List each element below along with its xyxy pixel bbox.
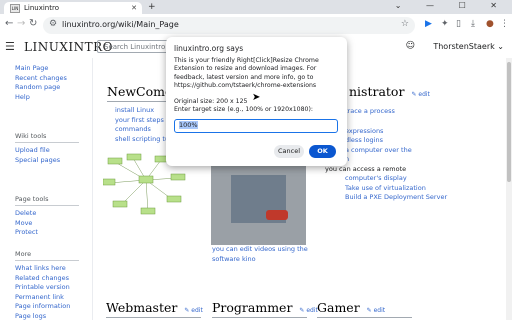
heading-text: Webmaster bbox=[106, 300, 177, 315]
browser-toolbar: ← → ↻ ⚙ linuxintro.org/wiki/Main_Page ☆ … bbox=[0, 14, 512, 39]
link-software-kino[interactable]: software kino bbox=[212, 255, 308, 265]
scrollbar-thumb[interactable] bbox=[507, 62, 511, 182]
close-tab-icon[interactable]: ✕ bbox=[131, 4, 137, 12]
sidebar-item-related-changes[interactable]: Related changes bbox=[15, 274, 79, 284]
tab-strip: LIN Linuxintro ✕ + ⌄ — ☐ ✕ bbox=[0, 0, 512, 14]
user-icon: ☺ bbox=[406, 41, 415, 51]
forward-icon[interactable]: → bbox=[17, 18, 25, 29]
sidebar-item-main-page[interactable]: Main Page bbox=[15, 64, 67, 74]
hamburger-menu-icon[interactable]: ☰ bbox=[5, 40, 15, 53]
text-remote-display[interactable]: you can access a remote bbox=[325, 165, 447, 175]
sidebar-item-what-links-here[interactable]: What links here bbox=[15, 264, 79, 274]
sidebar-item-delete[interactable]: Delete bbox=[15, 209, 79, 219]
mouse-cursor-icon: ➤ bbox=[252, 92, 260, 103]
link-control-computer-cont[interactable]: n bbox=[345, 155, 447, 165]
tab-title: Linuxintro bbox=[24, 4, 59, 12]
heading-text: Programmer bbox=[212, 300, 292, 315]
divider bbox=[107, 101, 167, 102]
link-virtualization[interactable]: Take use of virtualization bbox=[345, 184, 447, 194]
divider bbox=[317, 317, 412, 318]
photo-frame bbox=[231, 175, 286, 223]
heading-gamer: Gamer ✎ edit bbox=[317, 300, 385, 315]
dialog-input-prompt: Enter target size (e.g., 100% or 1920x10… bbox=[174, 106, 339, 114]
edit-label[interactable]: edit bbox=[191, 307, 203, 314]
back-icon[interactable]: ← bbox=[5, 18, 13, 29]
sidepanel-icon[interactable]: ▯ bbox=[456, 19, 461, 29]
sidebar-more: More What links here Related changes Pri… bbox=[15, 250, 79, 321]
link-regular-expressions[interactable]: expressions bbox=[345, 127, 447, 137]
window-controls[interactable]: ⌄ — ☐ ✕ bbox=[395, 1, 508, 10]
heading-webmaster: Webmaster ✎ edit bbox=[106, 300, 203, 315]
edit-link[interactable]: ✎ edit bbox=[299, 307, 317, 314]
extension-icon[interactable]: ▶ bbox=[425, 19, 432, 29]
tab-favicon-icon: LIN bbox=[10, 4, 20, 13]
link-pxe-server[interactable]: Build a PXE Deployment Server bbox=[345, 193, 447, 203]
sidebar: Main Page Recent changes Random page Hel… bbox=[0, 58, 90, 320]
sidebar-item-help[interactable]: Help bbox=[15, 93, 67, 103]
sidebar-item-special-pages[interactable]: Special pages bbox=[15, 156, 79, 166]
site-info-icon[interactable]: ⚙ bbox=[49, 19, 57, 29]
edit-link[interactable]: ✎ edit bbox=[184, 307, 202, 314]
browser-tab[interactable]: LIN Linuxintro ✕ bbox=[4, 2, 142, 14]
target-size-input[interactable]: 100% bbox=[174, 119, 338, 133]
link-remote-display-cont[interactable]: computer's display bbox=[345, 174, 447, 184]
link-trace-process[interactable]: trace a process bbox=[345, 107, 447, 117]
profile-avatar-icon[interactable]: ● bbox=[486, 19, 494, 29]
link-passwordless-logins[interactable]: dless logins bbox=[345, 136, 447, 146]
menu-kebab-icon[interactable]: ⋮ bbox=[500, 19, 509, 29]
divider bbox=[212, 317, 307, 318]
reload-icon[interactable]: ↻ bbox=[29, 18, 37, 29]
dialog-message-intro: This is your friendly Right[Click]Resize… bbox=[174, 57, 339, 90]
sidebar-item-random-page[interactable]: Random page bbox=[15, 83, 67, 93]
ok-button[interactable]: OK bbox=[309, 145, 336, 158]
red-car-image bbox=[266, 210, 288, 220]
heading-programmer: Programmer ✎ edit bbox=[212, 300, 318, 315]
target-size-value[interactable]: 100% bbox=[179, 121, 198, 129]
sidebar-item-page-information[interactable]: Page information bbox=[15, 302, 79, 312]
sidebar-nav: Main Page Recent changes Random page Hel… bbox=[15, 64, 67, 102]
sidebar-heading: Wiki tools bbox=[15, 132, 79, 143]
video-editor-screenshot[interactable] bbox=[211, 165, 306, 245]
extensions-puzzle-icon[interactable]: ✦ bbox=[441, 19, 449, 29]
sidebar-item-protect[interactable]: Protect bbox=[15, 228, 79, 238]
heading-text: Gamer bbox=[317, 300, 360, 315]
dialog-message: This is your friendly Right[Click]Resize… bbox=[174, 57, 339, 115]
sidebar-item-printable-version[interactable]: Printable version bbox=[15, 283, 79, 293]
video-caption: you can edit videos using the software k… bbox=[212, 245, 308, 264]
edit-link[interactable]: ✎ edit bbox=[367, 307, 385, 314]
sidebar-heading: More bbox=[15, 250, 79, 261]
sidebar-item-permanent-link[interactable]: Permanent link bbox=[15, 293, 79, 303]
user-menu[interactable]: ThorstenStaerk ⌄ bbox=[433, 42, 504, 51]
divider bbox=[106, 317, 201, 318]
cancel-button[interactable]: Cancel bbox=[274, 145, 304, 158]
link-control-computer[interactable]: a computer over the bbox=[345, 146, 447, 156]
heading-administrator: nistrator ✎ edit bbox=[349, 84, 430, 99]
sidebar-item-recent-changes[interactable]: Recent changes bbox=[15, 74, 67, 84]
heading-text: nistrator bbox=[349, 84, 404, 99]
link-edit-videos[interactable]: you can edit videos using the bbox=[212, 245, 308, 255]
administrator-links: trace a process expressions dless logins… bbox=[345, 107, 447, 203]
url-text[interactable]: linuxintro.org/wiki/Main_Page bbox=[62, 20, 179, 29]
new-tab-button[interactable]: + bbox=[148, 2, 156, 12]
sidebar-wiki-tools: Wiki tools Upload file Special pages bbox=[15, 132, 79, 165]
edit-link[interactable]: ✎ edit bbox=[411, 91, 429, 98]
address-bar[interactable]: ⚙ linuxintro.org/wiki/Main_Page ☆ bbox=[43, 17, 415, 34]
bookmark-star-icon[interactable]: ☆ bbox=[401, 19, 409, 29]
dialog-title: linuxintro.org says bbox=[174, 44, 243, 53]
sidebar-heading: Page tools bbox=[15, 195, 79, 206]
download-icon[interactable]: ⤓ bbox=[471, 19, 475, 29]
sidebar-item-upload-file[interactable]: Upload file bbox=[15, 146, 79, 156]
sidebar-item-move[interactable]: Move bbox=[15, 219, 79, 229]
edit-label[interactable]: edit bbox=[374, 307, 386, 314]
sidebar-page-tools: Page tools Delete Move Protect bbox=[15, 195, 79, 238]
edit-label[interactable]: edit bbox=[418, 91, 430, 98]
page-scrollbar[interactable] bbox=[506, 58, 512, 320]
